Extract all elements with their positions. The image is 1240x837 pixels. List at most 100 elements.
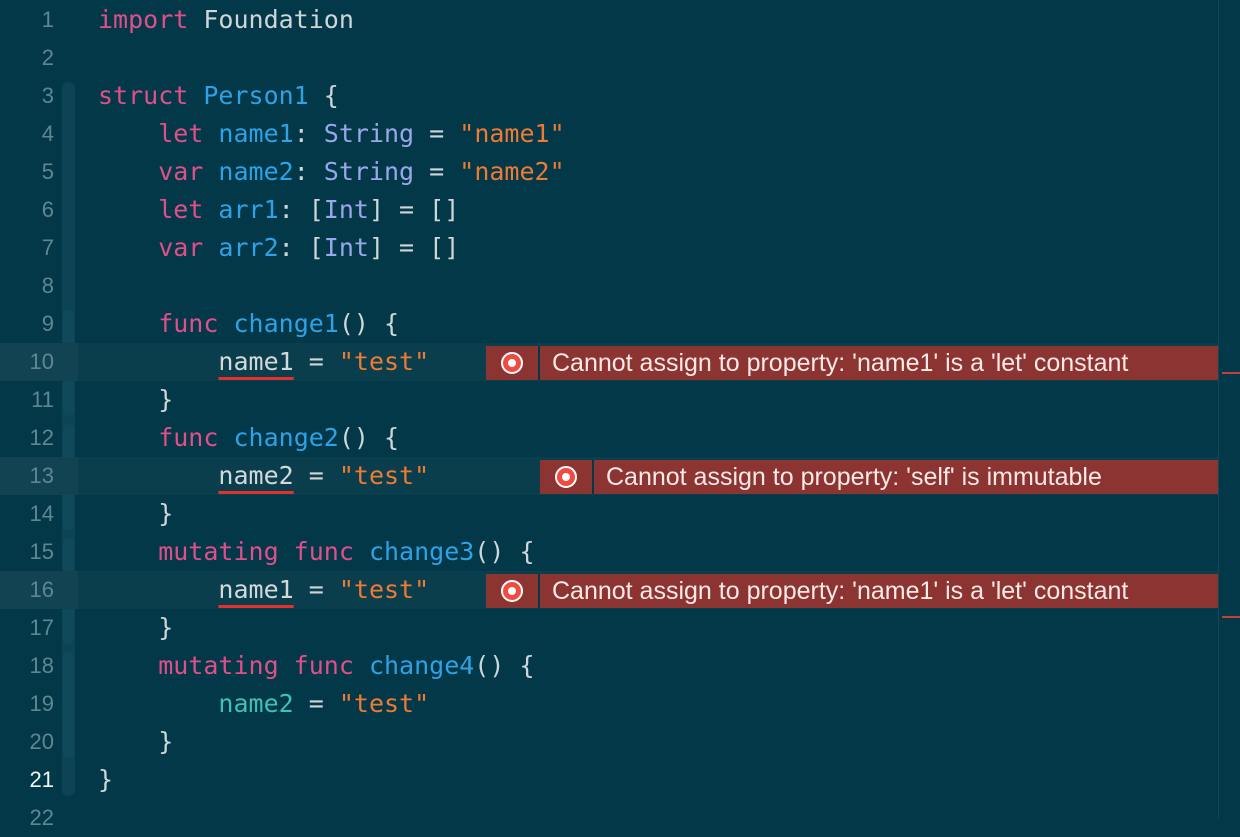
line-number[interactable]: 10 xyxy=(0,343,54,381)
code-text[interactable]: mutating func change3() { xyxy=(98,533,534,571)
code-text[interactable]: struct Person1 { xyxy=(98,77,339,115)
line-number[interactable]: 3 xyxy=(0,77,54,115)
error-icon-container[interactable] xyxy=(486,574,540,608)
code-line[interactable]: 9 func change1() { xyxy=(0,305,1218,343)
line-number[interactable]: 9 xyxy=(0,305,54,343)
line-number[interactable]: 1 xyxy=(0,1,54,39)
code-text[interactable]: let name1: String = "name1" xyxy=(98,115,564,153)
code-line[interactable]: 2 xyxy=(0,39,1218,77)
code-line[interactable]: 17 } xyxy=(0,609,1218,647)
error-icon-container[interactable] xyxy=(486,346,540,380)
code-line[interactable]: 18 mutating func change4() { xyxy=(0,647,1218,685)
error-icon[interactable] xyxy=(501,580,523,602)
line-number[interactable]: 16 xyxy=(0,571,54,609)
code-line[interactable]: 7 var arr2: [Int] = [] xyxy=(0,229,1218,267)
code-text[interactable]: var name2: String = "name2" xyxy=(98,153,564,191)
code-text[interactable]: } xyxy=(98,495,173,533)
code-line[interactable]: 14 } xyxy=(0,495,1218,533)
line-number[interactable]: 21 xyxy=(0,761,54,799)
code-line[interactable]: 16 name1 = "test" Cannot assign to proper… xyxy=(0,571,1218,609)
code-token: Int xyxy=(323,233,369,262)
code-text[interactable]: } xyxy=(98,381,173,419)
code-text[interactable]: name2 = "test" xyxy=(98,457,429,495)
code-token: () { xyxy=(338,309,400,338)
code-token: ] = [] xyxy=(368,233,460,262)
code-token: arr1 xyxy=(218,195,279,224)
line-number[interactable]: 14 xyxy=(0,495,54,533)
code-line[interactable]: 11 } xyxy=(0,381,1218,419)
code-token: Person1 xyxy=(203,81,309,110)
line-number[interactable]: 7 xyxy=(0,229,54,267)
code-line[interactable]: 10 name1 = "test" Cannot assign to proper… xyxy=(0,343,1218,381)
code-line[interactable]: 12 func change2() { xyxy=(0,419,1218,457)
code-line[interactable]: 1 import Foundation xyxy=(0,1,1218,39)
line-number[interactable]: 4 xyxy=(0,115,54,153)
line-number[interactable]: 13 xyxy=(0,457,54,495)
code-text[interactable]: } xyxy=(98,609,173,647)
code-text[interactable]: name2 = "test" xyxy=(98,685,429,723)
code-line[interactable]: 4 let name1: String = "name1" xyxy=(0,115,1218,153)
code-token: let xyxy=(98,119,204,148)
code-line[interactable]: 8 xyxy=(0,267,1218,305)
code-token: = xyxy=(293,689,339,718)
code-line[interactable]: 13 name2 = "test" Cannot assign to proper… xyxy=(0,457,1218,495)
code-text[interactable]: } xyxy=(98,761,113,799)
error-marker xyxy=(1222,616,1240,618)
code-token: arr2 xyxy=(218,233,279,262)
code-text[interactable]: name1 = "test" xyxy=(98,571,429,609)
error-banner[interactable]: Cannot assign to property: 'name1' is a … xyxy=(486,574,1218,608)
code-line[interactable]: 20 } xyxy=(0,723,1218,761)
code-token: } xyxy=(98,385,174,414)
code-line[interactable]: 3 struct Person1 { xyxy=(0,77,1218,115)
line-number[interactable]: 11 xyxy=(0,381,54,419)
line-number[interactable]: 22 xyxy=(0,799,54,837)
code-token: Int xyxy=(323,195,369,224)
code-line[interactable]: 19 name2 = "test" xyxy=(0,685,1218,723)
line-number[interactable]: 18 xyxy=(0,647,54,685)
code-line[interactable]: 5 var name2: String = "name2" xyxy=(0,153,1218,191)
code-token: = xyxy=(414,119,460,148)
line-number[interactable]: 15 xyxy=(0,533,54,571)
error-banner[interactable]: Cannot assign to property: 'self' is imm… xyxy=(540,460,1218,494)
code-text[interactable]: mutating func change4() { xyxy=(98,647,534,685)
code-token: change1 xyxy=(233,309,339,338)
line-number[interactable]: 6 xyxy=(0,191,54,229)
code-text[interactable]: let arr1: [Int] = [] xyxy=(98,191,459,229)
line-number[interactable]: 8 xyxy=(0,267,54,305)
code-text[interactable]: func change1() { xyxy=(98,305,399,343)
code-text[interactable]: func change2() { xyxy=(98,419,399,457)
error-icon-container[interactable] xyxy=(540,460,594,494)
line-number[interactable]: 19 xyxy=(0,685,54,723)
line-number[interactable]: 20 xyxy=(0,723,54,761)
code-token: change3 xyxy=(368,537,475,566)
code-line[interactable]: 21} xyxy=(0,761,1218,799)
code-line[interactable]: 15 mutating func change3() { xyxy=(0,533,1218,571)
line-number[interactable]: 5 xyxy=(0,153,54,191)
code-token: name1 xyxy=(218,347,294,376)
line-number[interactable]: 17 xyxy=(0,609,54,647)
code-text[interactable]: name1 = "test" xyxy=(98,343,429,381)
code-editor[interactable]: 1 import Foundation 2 3 struct Person1 {4 le… xyxy=(0,0,1218,830)
code-text[interactable]: } xyxy=(98,723,173,761)
code-token: mutating func xyxy=(98,537,354,566)
code-line[interactable]: 6 let arr1: [Int] = [] xyxy=(0,191,1218,229)
code-token: { xyxy=(308,81,339,110)
code-text[interactable]: import Foundation xyxy=(98,1,354,39)
code-token: String xyxy=(323,119,415,148)
error-icon[interactable] xyxy=(555,466,577,488)
line-number[interactable]: 12 xyxy=(0,419,54,457)
code-token: let xyxy=(98,195,204,224)
code-token: name2 xyxy=(218,461,294,490)
error-banner[interactable]: Cannot assign to property: 'name1' is a … xyxy=(486,346,1218,380)
error-icon[interactable] xyxy=(501,352,523,374)
line-number[interactable]: 2 xyxy=(0,39,54,77)
code-token: "test" xyxy=(338,461,430,490)
code-text[interactable]: var arr2: [Int] = [] xyxy=(98,229,459,267)
code-line[interactable]: 22 xyxy=(0,799,1218,837)
code-token: = xyxy=(293,461,339,490)
